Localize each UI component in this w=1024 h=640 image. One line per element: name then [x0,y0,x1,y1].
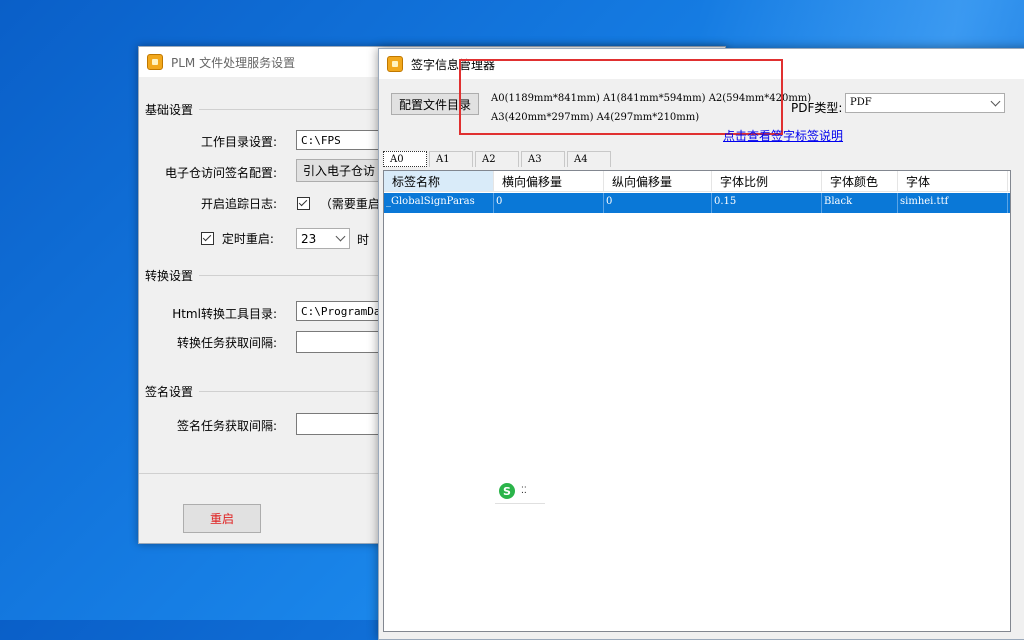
restart-hour-value: 23 [301,232,317,246]
hour-unit: 时 [357,233,370,247]
sign-interval-input[interactable] [296,413,386,435]
paper-tabs: A0 A1 A2 A3 A4 [383,151,613,169]
convert-interval-label: 转换任务获取间隔: [176,336,277,350]
trace-log-label: 开启追踪日志: [200,197,277,211]
scheduled-restart-row[interactable]: 定时重启: [201,230,274,247]
cell-x-offset[interactable]: 0 [494,193,604,213]
sogou-ime-icon[interactable]: S [499,483,515,499]
import-sign-button[interactable]: 引入电子仓访 [296,159,382,182]
sign-config-label: 电子仓访问签名配置: [164,166,277,180]
tab-a2[interactable]: A2 [475,151,519,167]
sign-manager-window: 签字信息管理器 配置文件目录 A0(1189mm*841mm) A1(841mm… [378,48,1024,640]
cell-font-color[interactable]: Black [822,193,898,213]
tab-a1[interactable]: A1 [429,151,473,167]
pdf-type-label: PDF类型: [791,101,843,115]
sign-interval-label: 签名任务获取间隔: [176,419,277,433]
section-basic-title: 基础设置 [145,103,194,117]
divider [199,109,379,110]
help-link[interactable]: 点击查看签字标签说明 [723,127,843,144]
sign-label-grid[interactable]: 标签名称 横向偏移量 纵向偏移量 字体比例 字体颜色 字体 _GlobalSig… [383,170,1011,632]
scheduled-restart-label: 定时重启: [221,232,274,246]
divider [199,391,379,392]
cell-font-scale[interactable]: 0.15 [712,193,822,213]
divider [139,473,379,474]
tab-a3[interactable]: A3 [521,151,565,167]
cell-y-offset[interactable]: 0 [604,193,712,213]
trace-log-checkbox[interactable] [297,197,310,210]
divider [199,275,379,276]
cell-label-name[interactable]: _GlobalSignParas [384,193,494,213]
pdf-type-select[interactable]: PDF [845,93,1005,113]
col-header-font-scale[interactable]: 字体比例 [712,171,822,191]
chevron-down-icon [335,231,346,242]
workdir-input[interactable]: C:\FPS [296,130,386,150]
pdf-type-value: PDF [850,97,872,108]
restart-button[interactable]: 重启 [183,504,261,533]
grid-header: 标签名称 横向偏移量 纵向偏移量 字体比例 字体颜色 字体 [384,171,1010,192]
chevron-down-icon [990,96,1001,107]
restart-hour-select[interactable]: 23 [296,228,350,249]
workdir-label: 工作目录设置: [200,135,277,149]
section-sign-title: 签名设置 [145,385,194,399]
col-header-font-color[interactable]: 字体颜色 [822,171,898,191]
convert-interval-input[interactable] [296,331,386,353]
app-icon [387,56,403,72]
cell-font[interactable]: simhei.ttf [898,193,1008,213]
app-icon [147,54,163,70]
col-header-label-name[interactable]: 标签名称 [384,171,494,191]
col-header-font[interactable]: 字体 [898,171,1008,191]
ime-toolbar[interactable]: S ⁚⁚ [495,479,545,504]
window-title: PLM 文件处理服务设置 [171,55,296,70]
section-convert-title: 转换设置 [145,269,194,283]
html-tool-label: Html转换工具目录: [172,307,277,321]
ime-menu-icon[interactable]: ⁚⁚ [521,487,527,496]
col-header-y-offset[interactable]: 纵向偏移量 [604,171,712,191]
tab-a0[interactable]: A0 [383,151,427,167]
col-header-x-offset[interactable]: 横向偏移量 [494,171,604,191]
annotation-highlight-box [459,59,783,135]
tab-a4[interactable]: A4 [567,151,611,167]
scheduled-restart-checkbox[interactable] [201,232,214,245]
html-tool-input[interactable]: C:\ProgramData\ [296,301,386,321]
table-row[interactable]: _GlobalSignParas 0 0 0.15 Black simhei.t… [384,193,1010,213]
